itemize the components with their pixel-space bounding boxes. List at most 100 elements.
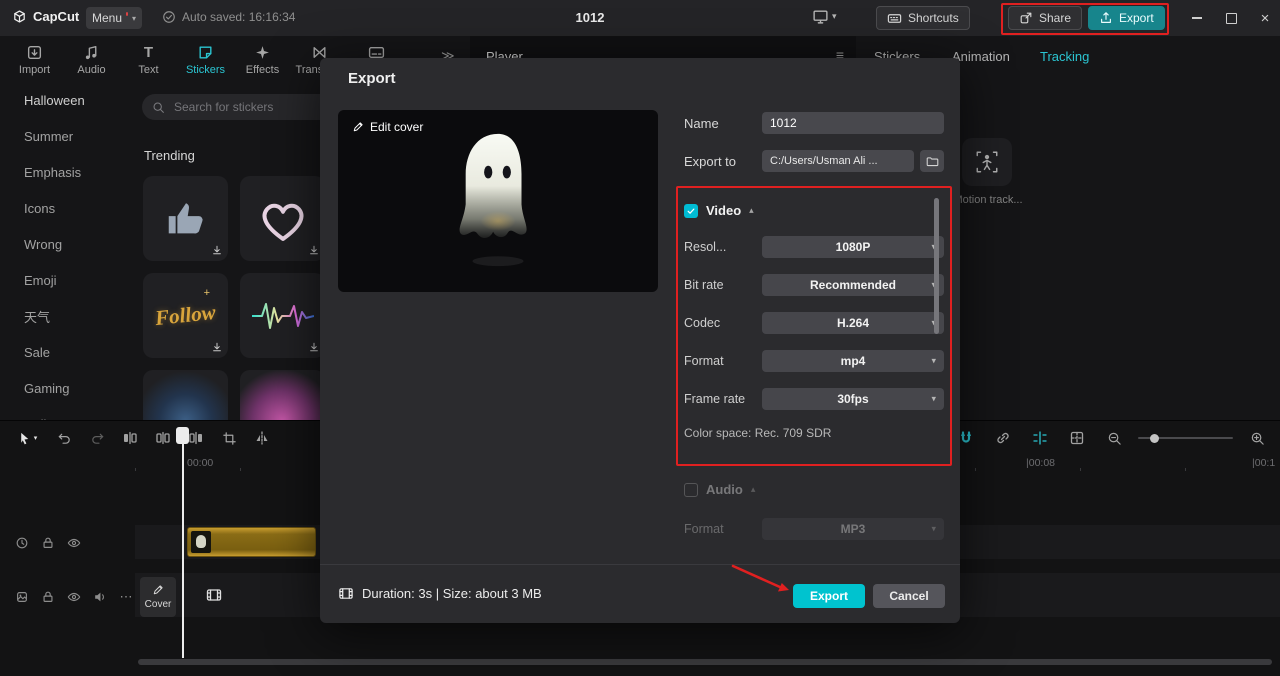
tab-tracking[interactable]: Tracking bbox=[1040, 49, 1089, 64]
chevron-down-icon: ▾ bbox=[33, 435, 38, 442]
tab-text[interactable]: T Text bbox=[120, 38, 177, 76]
text-icon: T bbox=[143, 44, 154, 61]
lock-icon[interactable] bbox=[40, 589, 56, 605]
crop-button[interactable] bbox=[216, 425, 242, 451]
zoom-slider-handle[interactable] bbox=[1150, 433, 1159, 443]
framerate-value: 30fps bbox=[837, 392, 869, 406]
capcut-logo: CapCut bbox=[12, 9, 79, 24]
browse-folder-button[interactable] bbox=[920, 150, 944, 172]
minimize-button[interactable] bbox=[1182, 0, 1212, 36]
download-icon[interactable] bbox=[308, 244, 320, 256]
delete-left-button[interactable] bbox=[117, 425, 143, 451]
more-icon[interactable]: ⋯ bbox=[118, 589, 134, 605]
zoom-slider[interactable] bbox=[1138, 431, 1233, 445]
tab-label: Stickers bbox=[185, 64, 226, 76]
resolution-dropdown[interactable]: 1080P ▾ bbox=[762, 236, 944, 258]
download-icon[interactable] bbox=[211, 341, 223, 353]
tab-animation[interactable]: Animation bbox=[952, 49, 1010, 64]
tab-label: Audio bbox=[77, 64, 106, 76]
link-button[interactable] bbox=[990, 425, 1016, 451]
timeline-scrollbar[interactable] bbox=[138, 659, 1272, 665]
audio-icon bbox=[83, 44, 100, 61]
edit-cover-button[interactable]: Edit cover bbox=[352, 120, 423, 134]
category-weather[interactable]: 天气 bbox=[0, 298, 132, 334]
sticker-clip[interactable] bbox=[187, 527, 316, 557]
project-title: 1012 bbox=[575, 10, 605, 25]
cancel-button[interactable]: Cancel bbox=[873, 584, 945, 608]
video-clip-icon[interactable] bbox=[205, 587, 223, 603]
shortcuts-button[interactable]: Shortcuts bbox=[876, 6, 970, 30]
chevron-up-icon[interactable]: ▴ bbox=[751, 484, 756, 495]
bitrate-dropdown[interactable]: Recommended ▾ bbox=[762, 274, 944, 296]
zoom-in-button[interactable] bbox=[1244, 425, 1270, 451]
menu-button[interactable]: Menu ▾ bbox=[86, 7, 142, 29]
tab-audio[interactable]: Audio bbox=[63, 38, 120, 76]
audio-checkbox[interactable] bbox=[684, 482, 698, 497]
clock-icon[interactable] bbox=[14, 535, 30, 551]
video-track-controls: ⋯ bbox=[14, 589, 134, 605]
codec-dropdown[interactable]: H.264 ▾ bbox=[762, 312, 944, 334]
adjust-icon[interactable] bbox=[14, 589, 30, 605]
tab-effects[interactable]: Effects bbox=[234, 38, 291, 76]
sticker-tile-waveform[interactable] bbox=[240, 273, 325, 358]
framerate-dropdown[interactable]: 30fps ▾ bbox=[762, 388, 944, 410]
redo-icon bbox=[90, 431, 105, 446]
export-button-topbar[interactable]: Export bbox=[1088, 6, 1165, 30]
sticker-tile-thumbs-up[interactable] bbox=[143, 176, 228, 261]
select-tool-button[interactable]: ▾ bbox=[10, 425, 44, 451]
snapping-button[interactable] bbox=[1027, 425, 1053, 451]
export-confirm-button[interactable]: Export bbox=[793, 584, 865, 608]
share-button[interactable]: Share bbox=[1008, 6, 1083, 30]
video-section-header: Video ▴ bbox=[684, 203, 754, 218]
category-emoji[interactable]: Emoji bbox=[0, 262, 132, 298]
category-summer[interactable]: Summer bbox=[0, 118, 132, 154]
motion-track-button[interactable] bbox=[962, 138, 1012, 186]
mirror-button[interactable] bbox=[249, 425, 275, 451]
motion-track-icon bbox=[974, 149, 1000, 175]
maximize-icon bbox=[1225, 12, 1237, 24]
sticker-tile-blue[interactable] bbox=[143, 370, 228, 420]
category-collage[interactable]: Collage bbox=[0, 406, 132, 421]
codec-label: Codec bbox=[684, 316, 721, 330]
sticker-tile-pink-heart[interactable] bbox=[240, 370, 325, 420]
tab-stickers[interactable]: Stickers bbox=[177, 38, 234, 76]
format-dropdown[interactable]: mp4 ▾ bbox=[762, 350, 944, 372]
eye-icon[interactable] bbox=[66, 589, 82, 605]
export-path-field[interactable]: C:/Users/Usman Ali ... bbox=[762, 150, 914, 172]
category-gaming[interactable]: Gaming bbox=[0, 370, 132, 406]
ruler-mark: 00:00 bbox=[187, 457, 214, 469]
tab-import[interactable]: Import bbox=[6, 38, 63, 76]
close-button[interactable]: × bbox=[1250, 0, 1280, 36]
playhead-handle[interactable] bbox=[176, 427, 189, 444]
delete-left-icon bbox=[122, 430, 138, 446]
zoom-out-button[interactable] bbox=[1101, 425, 1127, 451]
name-input[interactable] bbox=[762, 112, 944, 134]
mirror-icon bbox=[254, 430, 270, 446]
redo-button[interactable] bbox=[84, 425, 110, 451]
download-icon[interactable] bbox=[308, 341, 320, 353]
category-sale[interactable]: Sale bbox=[0, 334, 132, 370]
lock-icon[interactable] bbox=[40, 535, 56, 551]
video-checkbox[interactable] bbox=[684, 203, 698, 218]
undo-button[interactable] bbox=[51, 425, 77, 451]
sticker-tile-heart[interactable] bbox=[240, 176, 325, 261]
audio-section-header: Audio ▴ bbox=[684, 482, 755, 497]
speaker-icon[interactable] bbox=[92, 589, 108, 605]
chevron-up-icon[interactable]: ▴ bbox=[749, 205, 754, 216]
category-icons[interactable]: Icons bbox=[0, 190, 132, 226]
audio-format-dropdown[interactable]: MP3 ▾ bbox=[762, 518, 944, 540]
display-mode-button[interactable]: ▾ bbox=[812, 8, 837, 25]
download-icon[interactable] bbox=[211, 244, 223, 256]
sticker-tile-follow[interactable]: Follow + bbox=[143, 273, 228, 358]
preview-axis-button[interactable] bbox=[1064, 425, 1090, 451]
category-wrong[interactable]: Wrong bbox=[0, 226, 132, 262]
eye-icon[interactable] bbox=[66, 535, 82, 551]
dialog-scrollbar[interactable] bbox=[934, 198, 939, 334]
chevron-down-icon: ▾ bbox=[931, 355, 936, 366]
menu-label: Menu bbox=[92, 11, 123, 25]
split-button[interactable] bbox=[150, 425, 176, 451]
category-emphasis[interactable]: Emphasis bbox=[0, 154, 132, 190]
cover-button[interactable]: Cover bbox=[140, 577, 176, 617]
maximize-button[interactable] bbox=[1216, 0, 1246, 36]
category-halloween[interactable]: Halloween bbox=[0, 82, 132, 118]
